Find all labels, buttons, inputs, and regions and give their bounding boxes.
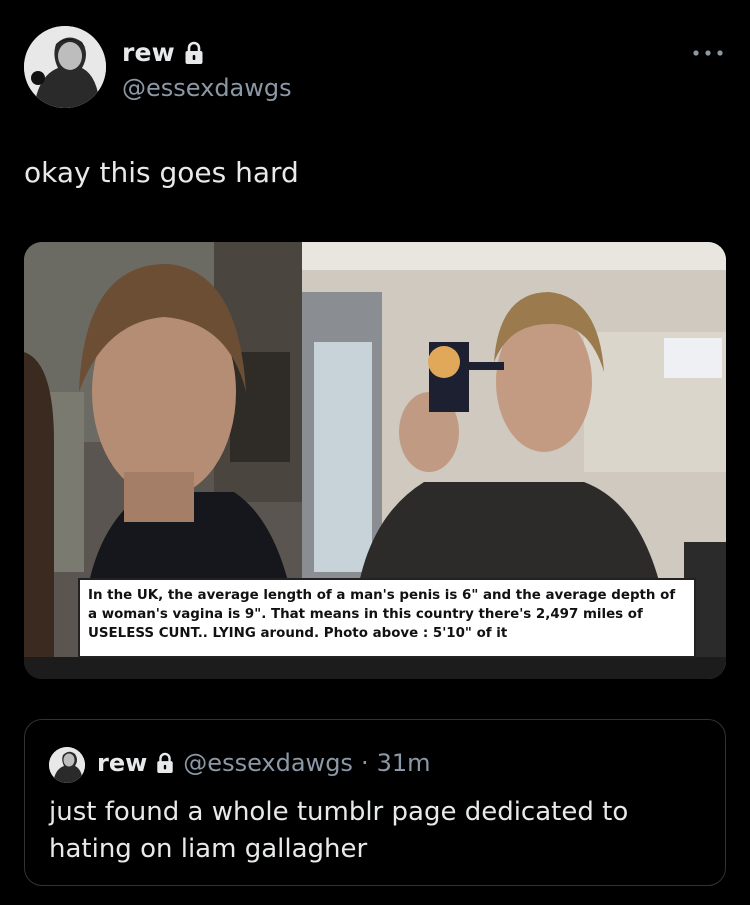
tweet-media-image[interactable]: In the UK, the average length of a man's… (24, 242, 726, 679)
author-avatar[interactable] (24, 26, 106, 108)
quote-display-name[interactable]: rew (97, 749, 147, 777)
author-display-name[interactable]: rew (122, 38, 175, 67)
quote-timestamp[interactable]: 31m (377, 749, 431, 777)
quote-header-row: rew @essexdawgs · 31m (97, 749, 431, 777)
author-name-row: rew (122, 38, 205, 67)
media-caption-box: In the UK, the average length of a man's… (78, 578, 696, 658)
quote-author-avatar[interactable] (49, 747, 85, 783)
lock-icon (183, 41, 205, 65)
tweet-header: rew @essexdawgs (24, 26, 726, 108)
tweet-text: okay this goes hard (24, 156, 299, 189)
quote-handle[interactable]: @essexdawgs (183, 749, 353, 777)
lock-icon (155, 752, 175, 774)
quote-tweet-card[interactable]: rew @essexdawgs · 31m just found a whole… (24, 719, 726, 886)
quote-text: just found a whole tumblr page dedicated… (49, 797, 629, 864)
more-horizontal-icon[interactable] (690, 44, 726, 56)
author-handle[interactable]: @essexdawgs (122, 74, 292, 102)
media-caption-text: In the UK, the average length of a man's… (88, 588, 676, 641)
separator-dot: · (360, 749, 369, 777)
